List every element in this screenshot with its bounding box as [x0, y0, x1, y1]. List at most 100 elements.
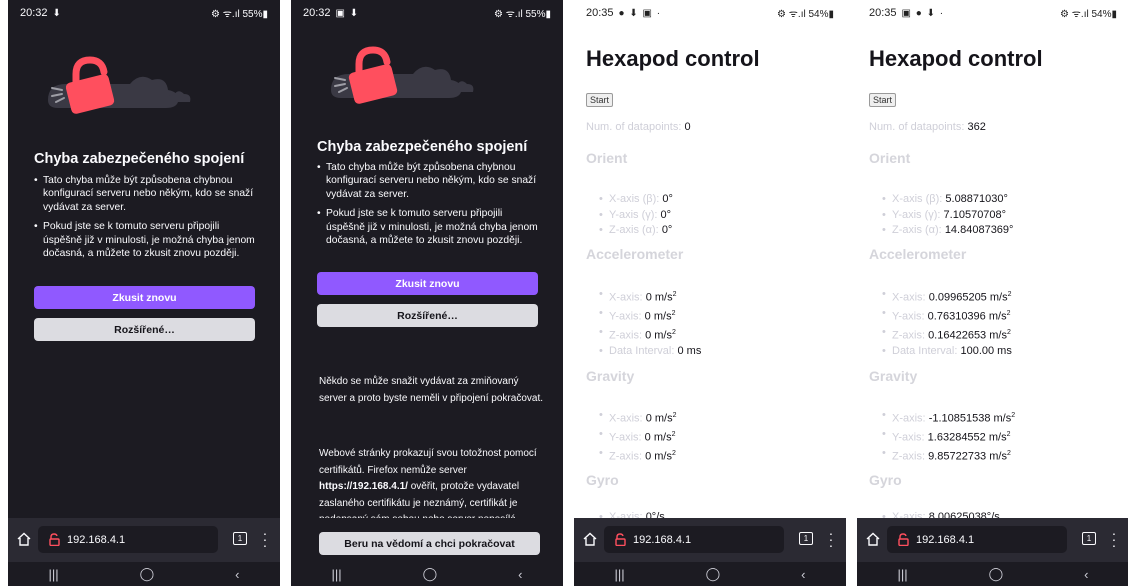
system-nav-bar: ||| ◯ ‹ [8, 562, 280, 586]
browser-toolbar: 192.168.4.1 1 · · · [857, 518, 1128, 562]
broken-lock-illustration [331, 46, 474, 104]
gravity-y: Y-axis: 1.63284552 m/s2 [882, 427, 1015, 446]
home-circle-icon[interactable]: ◯ [140, 566, 155, 582]
gravity-x: X-axis: 0 m/s2 [599, 408, 677, 427]
browser-toolbar: Beru na vědomí a chci pokračovat [291, 518, 563, 562]
phone-screen-3: 20:35 ● ⬇ ▣ · ⚙ ᯤ.ıl 54%▮ Hexapod contro… [574, 0, 846, 586]
status-right-icons: ⚙ ᯤ.ıl 54%▮ [777, 9, 834, 20]
system-nav-bar: ||| ◯ ‹ [291, 562, 563, 586]
back-icon[interactable]: ‹ [235, 567, 239, 582]
section-gyro: Gyro [586, 472, 619, 488]
tabs-counter-icon[interactable]: 1 [799, 532, 813, 545]
recent-apps-icon[interactable]: ||| [897, 567, 907, 582]
recent-apps-icon[interactable]: ||| [48, 567, 58, 582]
back-icon[interactable]: ‹ [1084, 567, 1088, 582]
status-icons: ▣ ● ⬇ · [901, 7, 945, 19]
menu-kebab-icon[interactable]: · · · [828, 526, 834, 552]
phone-screen-4: 20:35 ▣ ● ⬇ · ⚙ ᯤ.ıl 54%▮ Hexapod contro… [857, 0, 1128, 586]
advanced-button[interactable]: Rozšířené… [34, 318, 255, 341]
status-right-icons: ⚙ ᯤ.ıl 54%▮ [1060, 9, 1117, 20]
url-text: 192.168.4.1 [67, 533, 126, 546]
start-button[interactable]: Start [869, 93, 897, 107]
home-circle-icon[interactable]: ◯ [706, 566, 721, 582]
url-bar[interactable]: 192.168.4.1 [38, 526, 218, 553]
menu-kebab-icon[interactable]: · · · [262, 526, 268, 552]
accel-y: Y-axis: 0.76310396 m/s2 [882, 306, 1012, 325]
section-accelerometer: Accelerometer [869, 246, 967, 262]
tabs-counter-icon[interactable]: 1 [233, 532, 247, 545]
url-bar[interactable]: 192.168.4.1 [887, 526, 1067, 553]
section-orient: Orient [586, 150, 628, 166]
server-url: https://192.168.4.1/ [319, 481, 408, 492]
section-gravity: Gravity [869, 368, 918, 384]
orient-y: Y-axis (γ): 7.10570708° [882, 208, 1013, 224]
accel-y: Y-axis: 0 m/s2 [599, 306, 701, 325]
section-orient: Orient [869, 150, 911, 166]
try-again-button[interactable]: Zkusit znovu [34, 286, 255, 309]
accelerometer-list: X-axis: 0.09965205 m/s2 Y-axis: 0.763103… [882, 287, 1012, 360]
home-circle-icon[interactable]: ◯ [423, 566, 438, 582]
warning-paragraph: Někdo se může snažit vydávat za zmiňovan… [319, 376, 543, 404]
phone-screen-2: 20:32 ▣ ⬇ ⚙ ᯤ.ıl 55%▮ Chyba zabezpečenéh… [291, 0, 563, 586]
error-bullet: Tato chyba může být způsobena chybnou ko… [317, 161, 543, 201]
url-bar[interactable]: 192.168.4.1 [604, 526, 784, 553]
accel-z: Z-axis: 0.16422653 m/s2 [882, 325, 1012, 344]
browser-toolbar: 192.168.4.1 1 · · · [8, 518, 280, 562]
home-icon[interactable] [866, 532, 880, 546]
status-time: 20:32 [20, 7, 48, 19]
cert-text-start: Webové stránky prokazují svou totožnost … [319, 448, 537, 476]
home-circle-icon[interactable]: ◯ [989, 566, 1004, 582]
home-icon[interactable] [17, 532, 31, 546]
menu-kebab-icon[interactable]: · · · [1111, 526, 1117, 552]
broken-lock-illustration [48, 56, 191, 114]
status-right-icons: ⚙ ᯤ.ıl 55%▮ [494, 9, 551, 20]
phone-screen-1: 20:32 ⬇ ⚙ ᯤ.ıl 55%▮ Chyba zabezpečeného … [8, 0, 280, 586]
error-bullet: Pokud jste se k tomuto serveru připojili… [317, 207, 543, 247]
error-bullets: Tato chyba může být způsobena chybnou ko… [34, 174, 260, 266]
accel-x: X-axis: 0 m/s2 [599, 287, 701, 306]
back-icon[interactable]: ‹ [801, 567, 805, 582]
recent-apps-icon[interactable]: ||| [614, 567, 624, 582]
orient-x: X-axis (β): 5.08871030° [882, 192, 1013, 208]
recent-apps-icon[interactable]: ||| [331, 567, 341, 582]
error-title: Chyba zabezpečeného spojení [317, 139, 528, 155]
section-gravity: Gravity [586, 368, 635, 384]
gravity-z: Z-axis: 9.85722733 m/s2 [882, 446, 1015, 465]
accel-interval: Data Interval: 100.00 ms [882, 344, 1012, 360]
system-nav-bar: ||| ◯ ‹ [857, 562, 1128, 586]
accept-risk-button[interactable]: Beru na vědomí a chci pokračovat [319, 532, 540, 555]
advanced-button[interactable]: Rozšířené… [317, 304, 538, 327]
gravity-x: X-axis: -1.10851538 m/s2 [882, 408, 1015, 427]
error-bullets: Tato chyba může být způsobena chybnou ko… [317, 161, 543, 253]
datapoints-count: Num. of datapoints: 0 [586, 121, 691, 133]
status-bar: 20:32 ⬇ ⚙ ᯤ.ıl 55%▮ [8, 0, 280, 26]
home-icon[interactable] [583, 532, 597, 546]
broken-lock-icon[interactable] [614, 533, 627, 546]
datapoints-count: Num. of datapoints: 362 [869, 121, 986, 133]
status-icons: ▣ ⬇ [335, 7, 360, 19]
accel-x: X-axis: 0.09965205 m/s2 [882, 287, 1012, 306]
orient-x: X-axis (β): 0° [599, 192, 673, 208]
status-time: 20:35 [869, 7, 897, 19]
broken-lock-icon[interactable] [897, 533, 910, 546]
gravity-y: Y-axis: 0 m/s2 [599, 427, 677, 446]
section-gyro: Gyro [869, 472, 902, 488]
status-icons: ⬇ [52, 7, 62, 19]
gravity-z: Z-axis: 0 m/s2 [599, 446, 677, 465]
start-button[interactable]: Start [586, 93, 614, 107]
error-bullet: Tato chyba může být způsobena chybnou ko… [34, 174, 260, 214]
back-icon[interactable]: ‹ [518, 567, 522, 582]
orient-z: Z-axis (α): 14.84087369° [882, 223, 1013, 239]
try-again-button[interactable]: Zkusit znovu [317, 272, 538, 295]
broken-lock-icon[interactable] [48, 533, 61, 546]
page-title: Hexapod control [586, 46, 760, 71]
url-text: 192.168.4.1 [916, 533, 975, 546]
status-bar: 20:32 ▣ ⬇ ⚙ ᯤ.ıl 55%▮ [291, 0, 563, 26]
error-bullet: Pokud jste se k tomuto serveru připojili… [34, 220, 260, 260]
tabs-counter-icon[interactable]: 1 [1082, 532, 1096, 545]
error-title: Chyba zabezpečeného spojení [34, 151, 245, 167]
accel-interval: Data Interval: 0 ms [599, 344, 701, 360]
status-bar: 20:35 ▣ ● ⬇ · ⚙ ᯤ.ıl 54%▮ [857, 0, 1128, 26]
accel-z: Z-axis: 0 m/s2 [599, 325, 701, 344]
datapoints-label: Num. of datapoints: [586, 121, 685, 133]
